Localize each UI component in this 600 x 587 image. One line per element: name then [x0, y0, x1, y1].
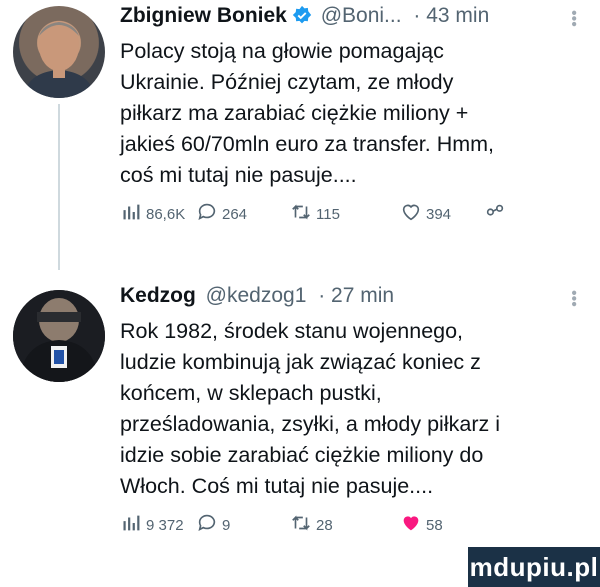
tweet-text-line: ludzie kombinują jak związać koniec z — [120, 350, 481, 374]
views-count: 9 372 — [146, 516, 184, 534]
like-button[interactable]: 58 — [400, 512, 443, 538]
tweet-actions: 86,6K 264 115 394 — [120, 201, 582, 231]
author-name[interactable]: Zbigniew Boniek — [120, 4, 287, 27]
watermark-logo: mdupiu.pl — [468, 547, 600, 587]
author-handle[interactable]: @kedzog1 — [206, 284, 307, 307]
author-handle[interactable]: @Boni... — [321, 4, 402, 27]
avatar[interactable] — [13, 290, 105, 382]
views-button[interactable]: 86,6K — [120, 201, 185, 227]
reply-count: 264 — [222, 205, 248, 223]
tweet-text-line: idzie sobie zarabiać ciężkie miliony do — [120, 443, 484, 467]
tweet-actions: 9 372 9 28 58 — [120, 512, 582, 542]
reply-icon — [196, 201, 218, 227]
retweet-button[interactable]: 115 — [290, 201, 340, 227]
reply-icon — [196, 512, 218, 538]
reply-button[interactable]: 264 — [196, 201, 247, 227]
retweet-icon — [290, 512, 312, 538]
more-icon[interactable]: ••• — [565, 290, 582, 307]
tweet-text-line: Włoch. Coś mi tutaj nie pasuje.... — [120, 474, 434, 498]
tweet-text-line: Rok 1982, środek stanu wojennego, — [120, 319, 464, 343]
tweet-text-line: prześladowania, zsyłki, a młody piłkarz … — [120, 412, 500, 436]
tweet-text-line: piłkarz ma zarabiać ciężkie miliony + — [120, 101, 469, 125]
more-icon[interactable]: ••• — [565, 10, 582, 27]
tweet-text: Rok 1982, środek stanu wojennego, ludzie… — [120, 316, 582, 502]
tweet-text-line: Polacy stoją na głowie pomagając — [120, 39, 444, 63]
views-icon — [120, 201, 142, 227]
tweet-text-line: coś mi tutaj nie pasuje.... — [120, 163, 357, 187]
thread-line — [58, 104, 60, 270]
reply-button[interactable]: 9 — [196, 512, 230, 538]
share-icon — [484, 201, 506, 227]
tweet-time[interactable]: · 27 min — [318, 284, 394, 307]
like-icon — [400, 512, 422, 538]
tweet-text: Polacy stoją na głowie pomagając Ukraini… — [120, 36, 582, 191]
tweet-header: Zbigniew Boniek @Boni... · 43 min ••• — [120, 4, 582, 38]
reply-count: 9 — [222, 516, 231, 534]
tweet-header: Kedzog @kedzog1 · 27 min ••• — [120, 284, 582, 318]
tweet-content: Zbigniew Boniek @Boni... · 43 min ••• Po… — [120, 0, 582, 231]
verified-badge-icon — [292, 5, 312, 31]
like-count: 58 — [426, 516, 443, 534]
like-count: 394 — [426, 205, 452, 223]
views-button[interactable]: 9 372 — [120, 512, 184, 538]
tweet-time[interactable]: · 43 min — [413, 4, 489, 27]
views-icon — [120, 512, 142, 538]
retweet-button[interactable]: 28 — [290, 512, 333, 538]
retweet-count: 28 — [316, 516, 333, 534]
author-name[interactable]: Kedzog — [120, 284, 196, 307]
tweet-content: Kedzog @kedzog1 · 27 min ••• Rok 1982, ś… — [120, 274, 582, 542]
avatar[interactable] — [13, 6, 105, 98]
share-button[interactable] — [484, 201, 506, 227]
retweet-count: 115 — [316, 205, 340, 223]
like-button[interactable]: 394 — [400, 201, 451, 227]
tweet-text-line: jakieś 60/70mln euro za transfer. Hmm, — [120, 132, 495, 156]
tweet-text-line: końcem, w sklepach pustki, — [120, 381, 382, 405]
tweet-text-line: Ukrainie. Później czytam, ze młody — [120, 70, 454, 94]
retweet-icon — [290, 201, 312, 227]
like-icon — [400, 201, 422, 227]
views-count: 86,6K — [146, 205, 186, 223]
